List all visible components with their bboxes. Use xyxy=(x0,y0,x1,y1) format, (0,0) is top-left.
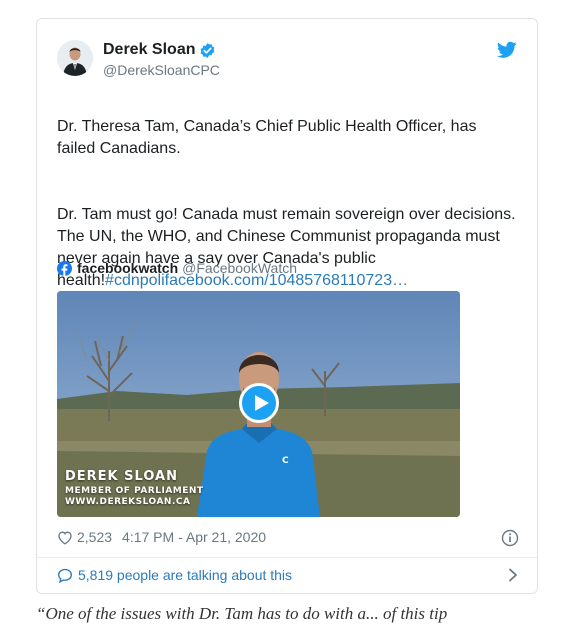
tweet-timestamp[interactable]: 4:17 PM - Apr 21, 2020 xyxy=(122,529,266,545)
chevron-right-icon[interactable] xyxy=(507,568,519,582)
author-handle[interactable]: @DerekSloanCPC xyxy=(103,62,220,78)
tweet-text: Dr. Theresa Tam, Canada’s Chief Public H… xyxy=(57,94,519,314)
quoted-handle[interactable]: @FacebookWatch xyxy=(182,260,297,276)
tweet-paragraph-1: Dr. Theresa Tam, Canada’s Chief Public H… xyxy=(57,118,477,157)
quoted-account[interactable]: facebookwatch @FacebookWatch xyxy=(57,260,297,276)
tweet-meta: 2,523 4:17 PM - Apr 21, 2020 xyxy=(57,529,519,547)
facebook-icon xyxy=(57,260,72,276)
play-button[interactable] xyxy=(239,383,279,423)
article-text-fragment: “One of the issues with Dr. Tam has to d… xyxy=(36,604,448,623)
caption-url: WWW.DEREKSLOAN.CA xyxy=(65,497,191,507)
info-icon[interactable] xyxy=(501,529,519,547)
caption-title: MEMBER OF PARLIAMENT xyxy=(65,486,204,496)
verified-badge-icon xyxy=(201,42,215,58)
speech-bubble-icon xyxy=(57,568,73,583)
video-player[interactable]: C DEREK SLOAN MEMBER OF PARLIAMENT WWW.D… xyxy=(57,291,460,517)
twitter-bird-icon[interactable] xyxy=(497,41,517,59)
author-block: Derek Sloan @DerekSloanCPC xyxy=(103,40,220,78)
jacket-logo: C xyxy=(282,456,289,466)
author-name[interactable]: Derek Sloan xyxy=(103,41,195,59)
tweet-paragraph-2: Dr. Tam must go! Canada must remain sove… xyxy=(57,204,519,292)
quoted-name[interactable]: facebookwatch xyxy=(77,260,178,276)
like-count[interactable]: 2,523 xyxy=(77,529,112,545)
video-caption: DEREK SLOAN MEMBER OF PARLIAMENT WWW.DER… xyxy=(65,469,204,507)
talking-text[interactable]: 5,819 people are talking about this xyxy=(78,567,292,583)
caption-name: DEREK SLOAN xyxy=(65,469,178,484)
talking-about-link[interactable]: 5,819 people are talking about this xyxy=(57,567,519,583)
divider xyxy=(37,557,537,558)
avatar[interactable] xyxy=(57,40,93,76)
heart-icon[interactable] xyxy=(57,530,73,545)
tweet-card: Derek Sloan @DerekSloanCPC Dr. Theresa T… xyxy=(36,18,538,594)
